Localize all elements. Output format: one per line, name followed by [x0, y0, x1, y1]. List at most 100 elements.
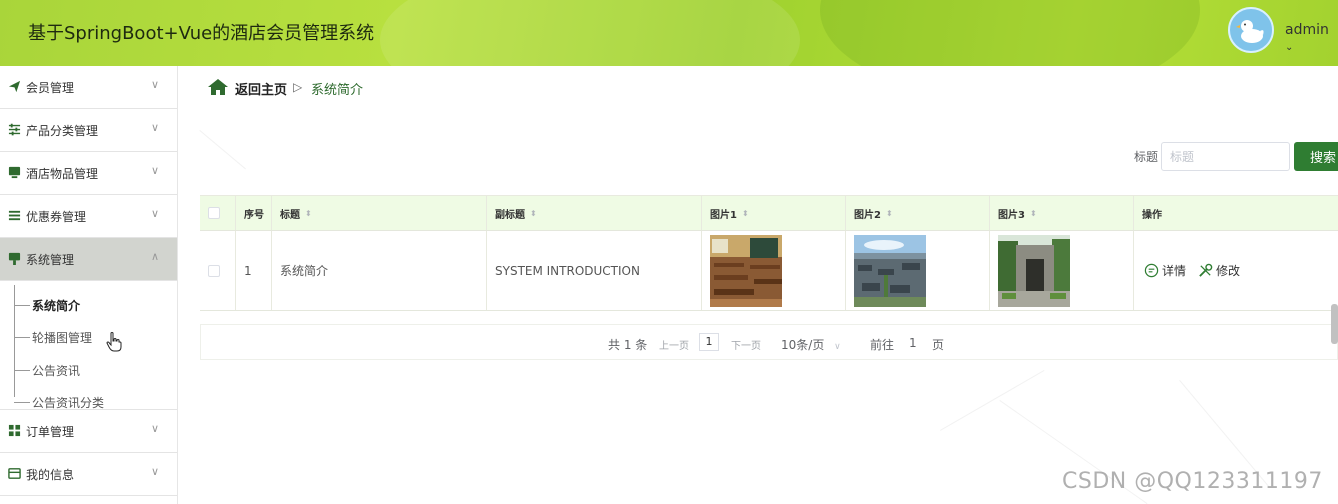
edit-label: 修改	[1216, 264, 1241, 278]
table-row: 1 系统简介 SYSTEM INTRODUCTION 详情 修改	[200, 231, 1338, 311]
sort-icon[interactable]: ⬍	[886, 209, 893, 218]
column-header-sortable[interactable]: 图片1 ⬍	[702, 196, 846, 230]
column-header: 操作	[1134, 196, 1338, 230]
stone-archway-image[interactable]	[998, 234, 1070, 307]
tree-branch	[14, 369, 30, 371]
card-icon	[8, 468, 21, 479]
top-header: 基于SpringBoot+Vue的酒店会员管理系统 admin ⌄	[0, 0, 1338, 66]
paper-plane-icon	[8, 80, 21, 93]
chevron-down-icon: ⌄	[1285, 42, 1294, 53]
chevron-down-icon: ∨	[151, 422, 160, 435]
prev-page-button[interactable]: 上一页	[659, 337, 689, 352]
column-label: 标题	[280, 209, 300, 221]
pagination: 共 1 条 上一页 1 下一页 10条/页 ∨ 前往 1 页	[200, 324, 1338, 360]
sort-icon[interactable]: ⬍	[1030, 209, 1037, 218]
submenu-label: 系统简介	[32, 298, 81, 313]
submenu-label: 轮播图管理	[32, 330, 93, 345]
goto-suffix: 页	[932, 338, 945, 352]
sidebar-item-label: 我的信息	[26, 468, 75, 482]
town-rooftops-image[interactable]	[854, 234, 926, 307]
user-avatar[interactable]	[1228, 7, 1274, 53]
watermark: CSDN @QQ123311197	[1062, 469, 1323, 494]
image2-cell	[846, 231, 990, 310]
sliders-icon	[8, 123, 21, 136]
sidebar-item-product-category[interactable]: 产品分类管理 ∨	[0, 109, 177, 152]
header-decoration	[380, 0, 800, 66]
chevron-down-icon: ∨	[151, 207, 160, 220]
sidebar-item-system[interactable]: 系统管理 ∧	[0, 238, 177, 281]
page-size-select[interactable]: 10条/页 ∨	[781, 336, 841, 353]
app-title: 基于SpringBoot+Vue的酒店会员管理系统	[28, 23, 375, 44]
image1-cell	[702, 231, 846, 310]
breadcrumb-separator: ▷	[293, 80, 303, 94]
column-label: 图片3	[998, 209, 1025, 221]
submenu-label: 公告资讯分类	[32, 395, 105, 410]
search-button[interactable]: 搜索	[1294, 142, 1338, 171]
table-header: 序号 标题 ⬍ 副标题 ⬍ 图片1 ⬍ 图片2 ⬍ 图片3 ⬍ 操作	[200, 196, 1338, 231]
chevron-down-icon: ∨	[151, 78, 160, 91]
detail-label: 详情	[1162, 264, 1187, 278]
detail-button[interactable]: 详情	[1144, 262, 1186, 279]
row-checkbox[interactable]	[208, 264, 220, 277]
monitor-icon	[8, 166, 21, 179]
sidebar-item-hotel-goods[interactable]: 酒店物品管理 ∨	[0, 152, 177, 195]
sort-icon[interactable]: ⬍	[742, 209, 749, 218]
classroom-image[interactable]	[710, 234, 782, 307]
submenu-item-news[interactable]: 公告资讯	[14, 360, 80, 380]
submenu-item-carousel[interactable]: 轮播图管理	[14, 327, 92, 347]
bg-decoration	[199, 130, 246, 170]
tree-branch	[14, 401, 30, 403]
data-table: 序号 标题 ⬍ 副标题 ⬍ 图片1 ⬍ 图片2 ⬍ 图片3 ⬍ 操作 1 系统简介	[200, 195, 1338, 311]
breadcrumb-home[interactable]: 返回主页	[235, 79, 287, 98]
image3-cell	[990, 231, 1134, 310]
page-size-value: 10条/页	[781, 338, 825, 352]
list-icon	[8, 210, 21, 221]
actions-cell: 详情 修改	[1134, 231, 1338, 310]
column-header-sortable[interactable]: 标题 ⬍	[272, 196, 487, 230]
submenu-item-system-intro[interactable]: 系统简介	[14, 295, 80, 315]
chevron-down-icon: ∨	[834, 342, 841, 352]
title-cell: 系统简介	[272, 231, 487, 310]
sidebar-item-member[interactable]: 会员管理 ∨	[0, 66, 177, 109]
column-header-sortable[interactable]: 图片2 ⬍	[846, 196, 990, 230]
submenu-item-news-category[interactable]: 公告资讯分类	[14, 392, 104, 412]
marker-icon	[8, 252, 21, 265]
page-number-current[interactable]: 1	[699, 333, 719, 351]
select-all-checkbox[interactable]	[208, 207, 220, 219]
sidebar-item-coupon[interactable]: 优惠券管理 ∨	[0, 195, 177, 238]
next-page-button[interactable]: 下一页	[731, 337, 761, 352]
detail-icon	[1144, 263, 1159, 278]
header-select-cell	[200, 196, 236, 230]
sidebar: 会员管理 ∨ 产品分类管理 ∨ 酒店物品管理 ∨ 优惠券管理 ∨ 系统管理 ∧ …	[0, 66, 178, 504]
column-label: 副标题	[495, 209, 525, 221]
column-header-sortable[interactable]: 图片3 ⬍	[990, 196, 1134, 230]
grid-icon	[8, 424, 21, 437]
edit-button[interactable]: 修改	[1198, 262, 1240, 279]
sidebar-item-label: 酒店物品管理	[26, 167, 99, 181]
subtitle-cell: SYSTEM INTRODUCTION	[487, 231, 702, 310]
sidebar-item-my-info[interactable]: 我的信息 ∨	[0, 453, 177, 496]
chevron-down-icon: ∨	[151, 465, 160, 478]
scrollbar[interactable]	[1331, 304, 1338, 344]
goto-input[interactable]: 1	[909, 336, 917, 350]
user-menu[interactable]: admin ⌄	[1285, 22, 1338, 54]
column-label: 图片1	[710, 209, 737, 221]
system-submenu: 系统简介 轮播图管理 公告资讯 公告资讯分类	[0, 281, 177, 410]
header-decoration	[820, 0, 1200, 66]
tree-branch	[14, 336, 30, 338]
sidebar-item-orders[interactable]: 订单管理 ∨	[0, 410, 177, 453]
duck-icon	[1236, 20, 1264, 43]
sidebar-item-label: 系统管理	[26, 253, 75, 267]
row-index: 1	[244, 263, 252, 278]
sidebar-item-label: 产品分类管理	[26, 124, 99, 138]
sort-icon[interactable]: ⬍	[530, 209, 537, 218]
sidebar-item-label: 优惠券管理	[26, 210, 87, 224]
row-title: 系统简介	[280, 264, 329, 278]
goto-label: 前往	[870, 338, 895, 352]
search-input[interactable]	[1161, 142, 1290, 171]
sort-icon[interactable]: ⬍	[305, 209, 312, 218]
home-icon[interactable]	[207, 78, 229, 96]
username: admin	[1285, 22, 1329, 38]
chevron-up-icon: ∧	[151, 250, 160, 263]
column-header-sortable[interactable]: 副标题 ⬍	[487, 196, 702, 230]
